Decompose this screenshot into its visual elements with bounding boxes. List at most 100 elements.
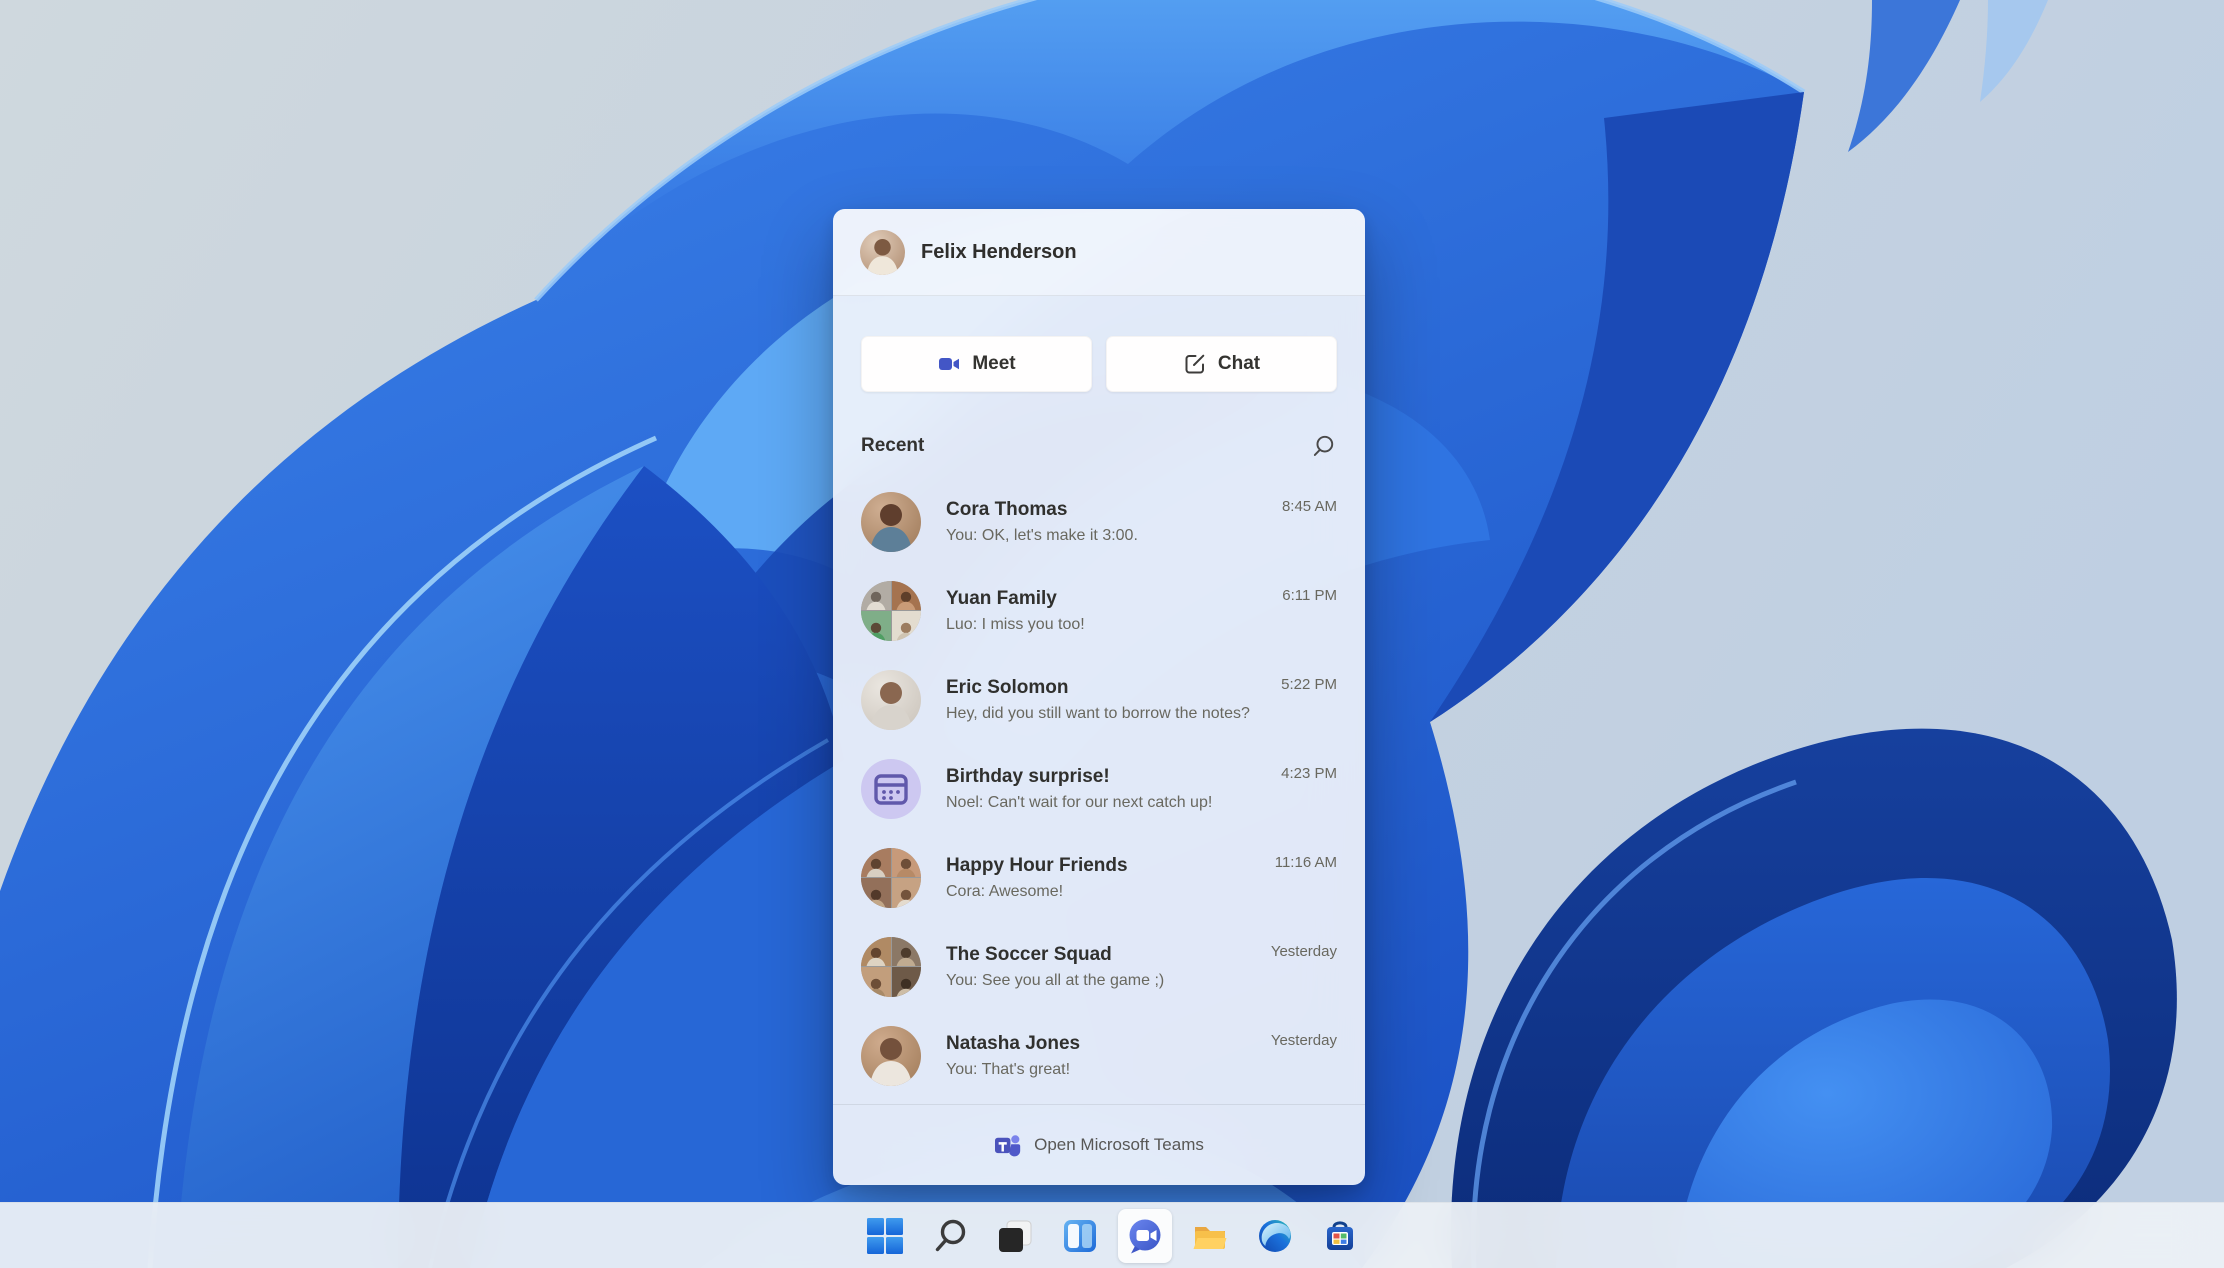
conversation-message: You: See you all at the game ;) bbox=[946, 971, 1165, 989]
taskbar-item-task-view[interactable] bbox=[988, 1209, 1042, 1263]
edge-browser-icon bbox=[1255, 1216, 1295, 1256]
conversation-name: The Soccer Squad bbox=[946, 943, 1112, 965]
conversation-row[interactable]: The Soccer Squad You: See you all at the … bbox=[833, 922, 1365, 1011]
conversation-row[interactable]: Eric Solomon Hey, did you still want to b… bbox=[833, 655, 1365, 744]
task-view-icon bbox=[995, 1216, 1035, 1256]
taskbar-item-store[interactable] bbox=[1313, 1209, 1367, 1263]
search-button[interactable] bbox=[1307, 430, 1339, 462]
recent-title: Recent bbox=[861, 435, 925, 456]
taskbar-item-chat[interactable] bbox=[1117, 1208, 1172, 1263]
taskbar-item-edge[interactable] bbox=[1248, 1209, 1302, 1263]
taskbar-item-widgets[interactable] bbox=[1053, 1209, 1107, 1263]
conversation-name: Happy Hour Friends bbox=[946, 854, 1128, 876]
chat-button[interactable]: Chat bbox=[1106, 336, 1337, 392]
group-avatar-tile bbox=[861, 580, 891, 610]
conversation-message: Hey, did you still want to borrow the no… bbox=[946, 704, 1250, 722]
meet-button[interactable]: Meet bbox=[861, 336, 1092, 392]
person-silhouette bbox=[896, 978, 916, 997]
meet-button-label: Meet bbox=[972, 353, 1016, 374]
teams-chat-icon bbox=[1125, 1216, 1165, 1256]
taskbar bbox=[0, 1202, 2224, 1268]
group-avatar-tile bbox=[891, 580, 921, 610]
conversation-message: Luo: I miss you too! bbox=[946, 615, 1085, 633]
conversation-avatar bbox=[861, 491, 921, 552]
person-silhouette bbox=[896, 622, 916, 641]
conversation-row[interactable]: Birthday surprise! Noel: Can't wait for o… bbox=[833, 744, 1365, 833]
calendar-icon bbox=[874, 773, 908, 805]
conversation-name: Cora Thomas bbox=[946, 498, 1068, 520]
conversation-row[interactable]: Happy Hour Friends Cora: Awesome! 11:16 AM bbox=[833, 833, 1365, 922]
chat-button-label: Chat bbox=[1217, 353, 1261, 374]
teams-chat-flyout: Felix Henderson Meet Chat Recent Cora Th… bbox=[833, 209, 1365, 1185]
conversation-row[interactable]: Yuan Family Luo: I miss you too! 6:11 PM bbox=[833, 566, 1365, 655]
conversation-time: 6:11 PM bbox=[1282, 587, 1337, 604]
widgets-icon bbox=[1060, 1216, 1100, 1256]
conversation-avatar-group bbox=[861, 847, 921, 908]
group-avatar-tile bbox=[891, 847, 921, 877]
conversation-text: Cora Thomas You: OK, let's make it 3:00. bbox=[946, 498, 1257, 546]
windows-logo-icon bbox=[865, 1216, 905, 1256]
conversation-message: You: OK, let's make it 3:00. bbox=[946, 526, 1138, 544]
person-silhouette bbox=[896, 889, 916, 908]
group-avatar-tile bbox=[891, 936, 921, 966]
conversation-text: Yuan Family Luo: I miss you too! bbox=[946, 587, 1257, 635]
conversation-time: Yesterday bbox=[1270, 1032, 1337, 1049]
conversation-text: Natasha Jones You: That's great! bbox=[946, 1032, 1246, 1080]
taskbar-item-start[interactable] bbox=[858, 1209, 912, 1263]
person-silhouette bbox=[870, 681, 912, 730]
conversation-name: Yuan Family bbox=[946, 587, 1057, 609]
flyout-actions: Meet Chat bbox=[861, 336, 1337, 392]
person-silhouette bbox=[896, 947, 916, 966]
conversation-time: 11:16 AM bbox=[1274, 854, 1337, 871]
conversation-text: The Soccer Squad You: See you all at the … bbox=[946, 943, 1246, 991]
video-camera-icon bbox=[937, 352, 961, 376]
group-avatar-tile bbox=[861, 967, 891, 997]
conversation-message: You: That's great! bbox=[946, 1060, 1071, 1078]
microsoft-store-icon bbox=[1320, 1216, 1360, 1256]
person-silhouette bbox=[866, 947, 886, 966]
conversation-avatar bbox=[861, 669, 921, 730]
taskbar-item-search[interactable] bbox=[923, 1209, 977, 1263]
user-avatar[interactable] bbox=[860, 229, 905, 275]
conversation-time: 4:23 PM bbox=[1281, 765, 1337, 782]
open-teams-button[interactable]: Open Microsoft Teams bbox=[833, 1104, 1365, 1185]
person-silhouette bbox=[866, 622, 886, 641]
desktop: Felix Henderson Meet Chat Recent Cora Th… bbox=[0, 0, 2224, 1268]
compose-icon bbox=[1183, 352, 1207, 376]
conversation-text: Eric Solomon Hey, did you still want to b… bbox=[946, 676, 1256, 724]
conversation-list: Cora Thomas You: OK, let's make it 3:00. 8… bbox=[833, 477, 1365, 1103]
person-silhouette bbox=[866, 858, 886, 877]
conversation-message: Noel: Can't wait for our next catch up! bbox=[946, 793, 1213, 811]
conversation-avatar-group bbox=[861, 580, 921, 641]
conversation-text: Birthday surprise! Noel: Can't wait for o… bbox=[946, 765, 1256, 813]
group-avatar-tile bbox=[891, 967, 921, 997]
conversation-time: Yesterday bbox=[1270, 943, 1337, 960]
conversation-name: Birthday surprise! bbox=[946, 765, 1110, 787]
conversation-name: Eric Solomon bbox=[946, 676, 1069, 698]
person-silhouette bbox=[870, 503, 912, 552]
person-silhouette bbox=[866, 591, 886, 610]
conversation-time: 5:22 PM bbox=[1281, 676, 1337, 693]
group-avatar-tile bbox=[891, 611, 921, 641]
person-silhouette bbox=[896, 591, 916, 610]
conversation-row[interactable]: Natasha Jones You: That's great! Yesterday bbox=[833, 1011, 1365, 1100]
group-avatar-tile bbox=[861, 611, 891, 641]
conversation-name: Natasha Jones bbox=[946, 1032, 1081, 1054]
open-teams-label: Open Microsoft Teams bbox=[1034, 1135, 1204, 1154]
conversation-time: 8:45 AM bbox=[1281, 498, 1337, 515]
conversation-message: Cora: Awesome! bbox=[946, 882, 1064, 900]
conversation-avatar-calendar bbox=[861, 758, 921, 819]
teams-logo-icon bbox=[994, 1132, 1022, 1158]
user-name: Felix Henderson bbox=[921, 240, 1077, 263]
taskbar-item-file-explorer[interactable] bbox=[1183, 1209, 1237, 1263]
group-avatar-tile bbox=[861, 878, 891, 908]
conversation-avatar-group bbox=[861, 936, 921, 997]
person-silhouette bbox=[866, 238, 899, 275]
conversation-text: Happy Hour Friends Cora: Awesome! bbox=[946, 854, 1250, 902]
conversation-row[interactable]: Cora Thomas You: OK, let's make it 3:00. 8… bbox=[833, 477, 1365, 566]
group-avatar-tile bbox=[861, 936, 891, 966]
conversation-avatar bbox=[861, 1025, 921, 1086]
search-icon bbox=[930, 1216, 970, 1256]
folder-icon bbox=[1190, 1216, 1230, 1256]
flyout-header: Felix Henderson bbox=[833, 209, 1365, 296]
